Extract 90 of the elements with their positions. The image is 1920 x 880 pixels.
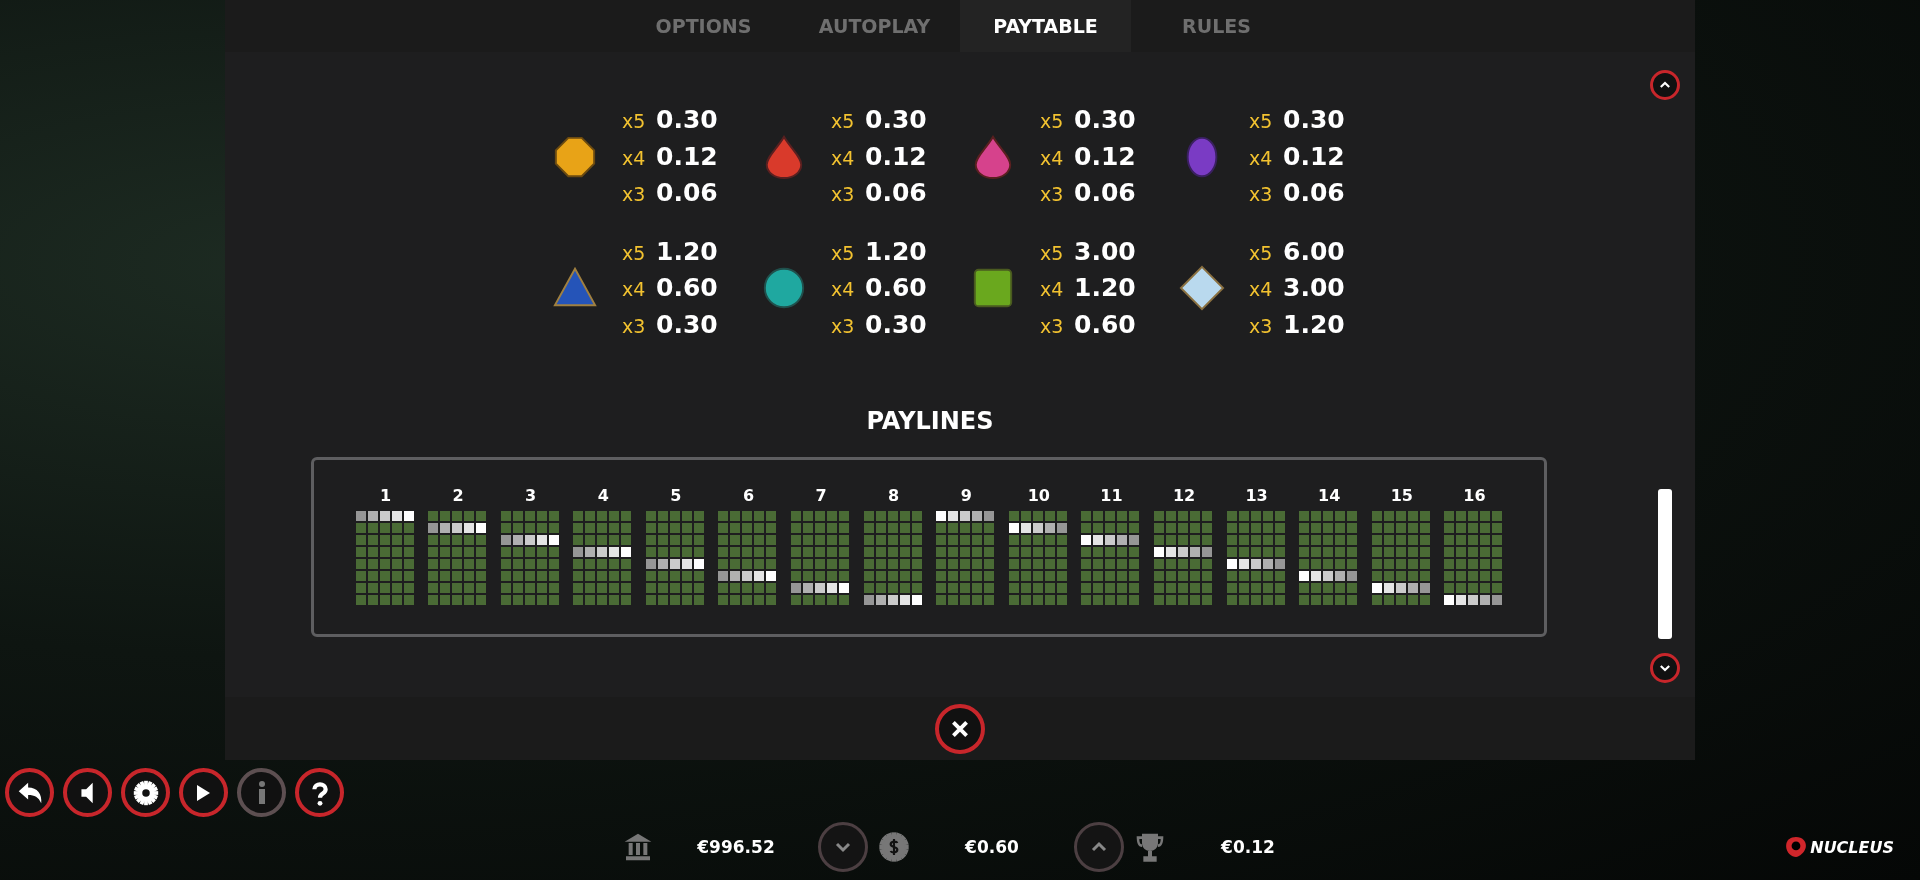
- paylines-title: PAYLINES: [866, 407, 994, 435]
- payline-number: 13: [1245, 486, 1268, 505]
- menu-tab[interactable]: RULES: [1131, 0, 1302, 52]
- autoplay-button[interactable]: [179, 768, 228, 817]
- payline-number: 11: [1100, 486, 1123, 505]
- payline-number: 3: [525, 486, 537, 505]
- multiplier-label: x4: [1040, 277, 1065, 302]
- menu-tab[interactable]: AUTOPLAY: [789, 0, 960, 52]
- payout-value: 0.30: [656, 308, 718, 341]
- multiplier-label: x4: [831, 277, 856, 302]
- multiplier-label: x4: [622, 277, 647, 302]
- payout-value: 0.12: [1074, 140, 1136, 173]
- payline-number: 6: [742, 486, 755, 505]
- balance-amount: €996.52: [696, 837, 776, 857]
- payout-value: 0.30: [1074, 104, 1136, 136]
- payout-value: 0.12: [865, 140, 927, 173]
- payout-value: 0.30: [865, 308, 927, 341]
- payout-value: 0.12: [656, 140, 718, 173]
- multiplier-label: x3: [622, 182, 647, 207]
- multiplier-label: x4: [622, 145, 647, 171]
- brand-name: NUCLEUS: [1810, 837, 1894, 857]
- payout-value: 1.20: [1283, 308, 1345, 341]
- bet-decrease-button[interactable]: [818, 822, 868, 872]
- payout-value: 0.60: [1074, 308, 1136, 341]
- payline-number: 15: [1390, 486, 1413, 505]
- back-button[interactable]: [5, 768, 54, 817]
- multiplier-label: x3: [622, 313, 647, 339]
- payout-value: 3.00: [1283, 272, 1345, 304]
- payout-value: 0.30: [1283, 104, 1345, 136]
- multiplier-label: x3: [1040, 182, 1065, 207]
- help-button[interactable]: [295, 768, 344, 817]
- multiplier-label: x4: [1249, 145, 1274, 171]
- bet-amount: €0.60: [964, 837, 1020, 857]
- settings-button[interactable]: [121, 768, 170, 817]
- multiplier-label: x5: [1249, 109, 1274, 134]
- bet-increase-button[interactable]: [1074, 822, 1124, 872]
- multiplier-label: x3: [831, 313, 856, 339]
- multiplier-label: x5: [831, 109, 856, 134]
- multiplier-label: x3: [831, 182, 856, 207]
- payout-value: 0.06: [656, 177, 718, 209]
- payout-value: 0.30: [865, 104, 927, 136]
- payout-value: 1.20: [865, 235, 927, 268]
- payline-number: 8: [888, 486, 900, 505]
- bank-icon: [622, 831, 654, 863]
- payline-number: 10: [1027, 486, 1050, 505]
- coin-gear-icon: [878, 831, 910, 863]
- win-amount: €0.12: [1220, 837, 1276, 857]
- payout-value: 1.20: [656, 235, 718, 268]
- multiplier-label: x5: [622, 109, 647, 134]
- multiplier-label: x3: [1249, 182, 1274, 207]
- multiplier-label: x5: [1040, 109, 1065, 134]
- payout-value: 0.60: [656, 272, 718, 304]
- info-icon: [257, 780, 266, 805]
- payout-value: 0.30: [656, 104, 718, 136]
- payline-number: 16: [1463, 486, 1486, 505]
- payout-value: 0.06: [1074, 177, 1136, 209]
- multiplier-label: x4: [831, 145, 856, 171]
- payout-value: 1.20: [1074, 272, 1136, 304]
- scrollbar-thumb[interactable]: [1658, 489, 1672, 639]
- scroll-up-button[interactable]: [1650, 70, 1680, 100]
- payline-number: 7: [815, 486, 827, 505]
- multiplier-label: x3: [1249, 313, 1274, 339]
- brand-logo-icon: [1785, 836, 1808, 858]
- multiplier-label: x5: [1040, 240, 1065, 266]
- payout-value: 0.60: [865, 272, 927, 304]
- payline-number: 5: [670, 486, 682, 505]
- payout-value: 0.12: [1283, 140, 1345, 173]
- multiplier-label: x5: [1249, 240, 1274, 266]
- trophy-icon: [1134, 831, 1166, 863]
- multiplier-label: x5: [622, 240, 647, 266]
- payline-number: 9: [960, 486, 972, 505]
- payout-value: 0.06: [865, 177, 927, 209]
- scroll-down-button[interactable]: [1650, 653, 1680, 683]
- payline-number: 1: [379, 486, 392, 505]
- close-button[interactable]: [935, 703, 985, 754]
- menu-tab[interactable]: PAYTABLE: [960, 0, 1131, 52]
- payline-number: 14: [1318, 486, 1341, 505]
- payline-number: 4: [597, 486, 609, 505]
- multiplier-label: x4: [1249, 277, 1274, 302]
- payline-number: 12: [1172, 486, 1196, 505]
- menu-tab[interactable]: OPTIONS: [618, 0, 789, 52]
- sound-button[interactable]: [63, 768, 112, 817]
- multiplier-label: x4: [1040, 145, 1065, 171]
- payout-value: 0.06: [1283, 177, 1345, 209]
- payout-value: 6.00: [1283, 235, 1345, 268]
- play-icon: [196, 783, 211, 802]
- multiplier-label: x3: [1040, 313, 1065, 339]
- multiplier-label: x5: [831, 240, 856, 266]
- payline-number: 2: [452, 486, 464, 505]
- payout-value: 3.00: [1074, 235, 1136, 268]
